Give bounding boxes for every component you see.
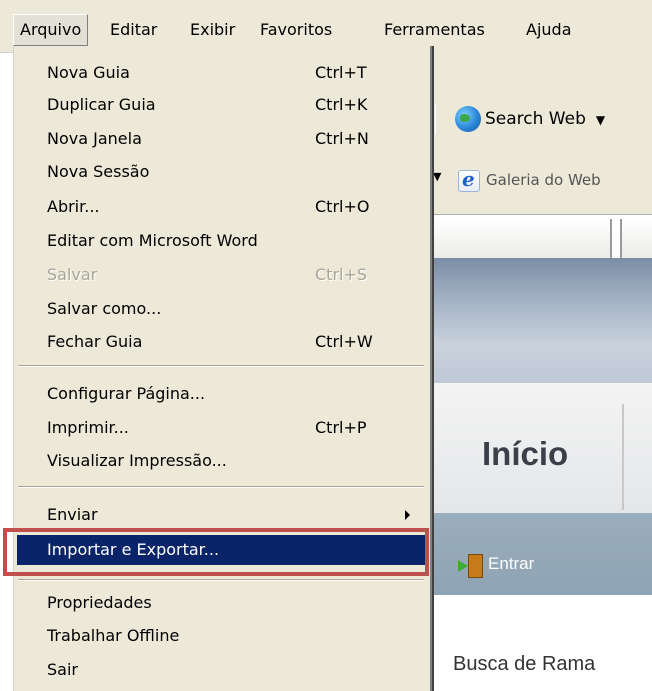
menu-item-salvar: Salvar Ctrl+S — [17, 260, 426, 290]
toolbar-separator — [432, 104, 436, 134]
menu-item-visualizar-impressao[interactable]: Visualizar Impressão... — [17, 446, 426, 476]
menu-item-nova-sessao[interactable]: Nova Sessão — [17, 157, 426, 187]
menu-arquivo[interactable]: Arquivo — [13, 14, 89, 46]
menu-editar[interactable]: Editar — [104, 16, 163, 44]
menu-item-label: Sair — [47, 660, 78, 679]
menu-item-enviar[interactable]: Enviar — [17, 500, 426, 530]
menu-item-imprimir[interactable]: Imprimir... Ctrl+P — [17, 413, 426, 443]
favorites-link-label: Galeria do Web — [486, 171, 601, 189]
menu-item-abrir[interactable]: Abrir... Ctrl+O — [17, 192, 426, 222]
menu-favoritos[interactable]: Favoritos — [254, 16, 338, 44]
menu-item-propriedades[interactable]: Propriedades — [17, 588, 426, 618]
file-menu-dropdown: Nova Guia Ctrl+T Duplicar Guia Ctrl+K No… — [13, 46, 432, 691]
login-link[interactable]: Entrar — [458, 552, 535, 578]
menu-item-label: Fechar Guia — [47, 332, 143, 351]
menu-item-label: Visualizar Impressão... — [47, 451, 227, 470]
nav-link-inicio[interactable]: Início — [482, 435, 568, 473]
menu-item-label: Configurar Página... — [47, 384, 206, 403]
menu-item-label: Enviar — [47, 505, 98, 524]
menu-item-label: Trabalhar Offline — [47, 626, 180, 645]
browser-tab-strip — [430, 214, 652, 260]
menu-item-shortcut: Ctrl+N — [315, 129, 369, 148]
menu-item-editar-word[interactable]: Editar com Microsoft Word — [17, 226, 426, 256]
browser-tab-new[interactable] — [620, 219, 652, 259]
menu-item-label: Propriedades — [47, 593, 152, 612]
search-web-label: Search Web — [485, 109, 586, 129]
browser-tab[interactable] — [430, 219, 612, 260]
menu-item-nova-guia[interactable]: Nova Guia Ctrl+T — [17, 58, 426, 88]
menu-item-fechar-guia[interactable]: Fechar Guia Ctrl+W — [17, 327, 426, 357]
menu-item-salvar-como[interactable]: Salvar como... — [17, 294, 426, 324]
menu-ferramentas[interactable]: Ferramentas — [378, 16, 491, 44]
page-banner — [430, 258, 652, 383]
menu-item-label: Editar com Microsoft Word — [47, 231, 258, 250]
favorites-link-galeria[interactable]: Galeria do Web — [458, 167, 601, 192]
menu-item-shortcut: Ctrl+K — [315, 95, 368, 114]
menu-item-label: Duplicar Guia — [47, 95, 156, 114]
nav-divider — [622, 404, 624, 510]
menu-ajuda[interactable]: Ajuda — [520, 16, 578, 44]
menu-item-sair[interactable]: Sair — [17, 655, 426, 685]
menu-item-shortcut: Ctrl+S — [315, 265, 368, 284]
menu-item-trabalhar-offline[interactable]: Trabalhar Offline — [17, 621, 426, 651]
globe-icon — [455, 106, 481, 132]
ie-page-icon — [458, 167, 480, 192]
menu-item-label: Imprimir... — [47, 418, 129, 437]
menu-item-nova-janela[interactable]: Nova Janela Ctrl+N — [17, 124, 426, 154]
menu-item-shortcut: Ctrl+W — [315, 332, 373, 351]
search-web-button[interactable]: Search Web ▼ — [455, 104, 605, 134]
menu-item-label: Nova Guia — [47, 63, 130, 82]
menu-item-label: Nova Janela — [47, 129, 142, 148]
menu-separator — [18, 365, 424, 367]
menu-item-shortcut: Ctrl+T — [315, 63, 367, 82]
menu-separator — [18, 579, 424, 581]
menu-separator — [18, 486, 424, 488]
menu-item-duplicar-guia[interactable]: Duplicar Guia Ctrl+K — [17, 90, 426, 120]
menu-item-label: Abrir... — [47, 197, 100, 216]
content-heading: Busca de Rama — [453, 653, 596, 675]
menu-item-label: Nova Sessão — [47, 162, 150, 181]
login-label: Entrar — [488, 554, 535, 573]
highlight-callout — [3, 528, 429, 576]
menu-item-label: Salvar — [47, 265, 98, 284]
menu-item-configurar-pagina[interactable]: Configurar Página... — [17, 379, 426, 409]
submenu-arrow-icon — [405, 510, 410, 520]
chevron-down-icon[interactable]: ▼ — [596, 113, 605, 127]
door-enter-icon — [458, 553, 483, 578]
menu-item-shortcut: Ctrl+O — [315, 197, 370, 216]
menu-item-shortcut: Ctrl+P — [315, 418, 367, 437]
menu-exibir[interactable]: Exibir — [184, 16, 241, 44]
chevron-down-icon[interactable]: ▼ — [433, 170, 441, 183]
menu-item-label: Salvar como... — [47, 299, 162, 318]
